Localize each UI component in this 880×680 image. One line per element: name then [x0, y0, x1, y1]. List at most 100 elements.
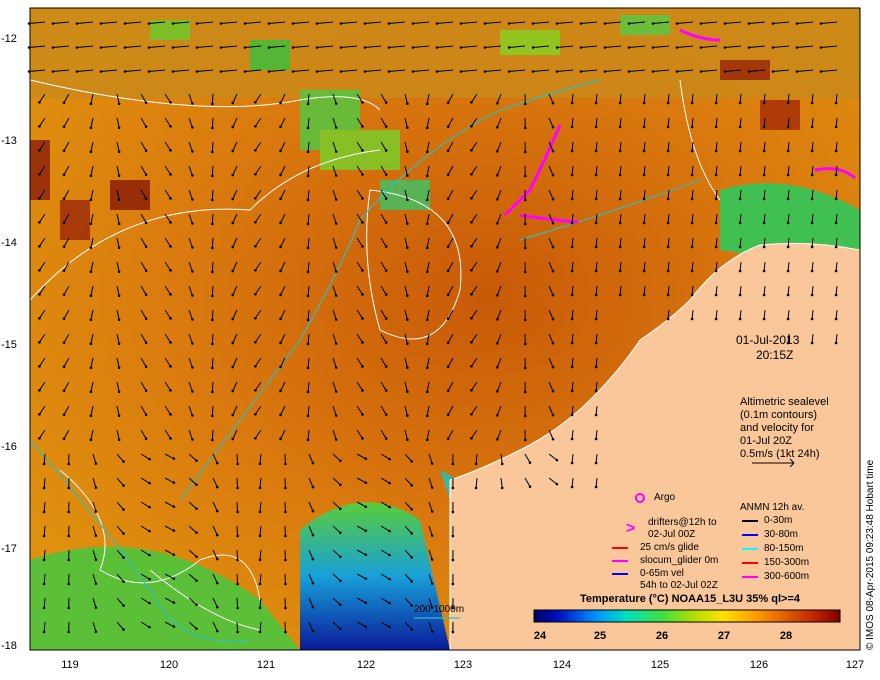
velocity-arrow-head: [62, 245, 66, 248]
velocity-arrow-head: [786, 101, 790, 105]
velocity-arrow-head: [425, 174, 429, 178]
velocity-arrow-head: [99, 46, 103, 49]
velocity-arrow-head: [786, 197, 790, 201]
velocity-arrow-head: [172, 457, 176, 460]
velocity-arrow-head: [819, 46, 823, 49]
velocity-arrow-head: [714, 245, 718, 249]
velocity-arrow-head: [384, 293, 388, 296]
velocity-arrow-head: [384, 125, 388, 128]
velocity-arrow-head: [172, 625, 176, 628]
velocity-arrow-head: [62, 173, 66, 176]
velocity-arrow-head: [579, 46, 583, 49]
altimetry-line: and velocity for: [740, 422, 814, 434]
velocity-arrow-head: [231, 221, 235, 225]
velocity-arrow-head: [89, 294, 93, 298]
velocity-arrow-head: [446, 437, 450, 441]
velocity-arrow-head: [435, 46, 439, 49]
velocity-arrow-head: [762, 125, 766, 129]
velocity-arrow-head: [191, 390, 194, 393]
velocity-arrow-head: [99, 22, 103, 25]
velocity-arrow-head: [258, 534, 262, 538]
velocity-arrow-head: [144, 437, 148, 440]
velocity-arrow-head: [430, 630, 434, 633]
velocity-arrow-head: [690, 197, 694, 201]
velocity-arrow-head: [555, 482, 559, 486]
velocity-arrow-head: [618, 101, 622, 105]
velocity-arrow-head: [747, 46, 751, 49]
velocity-arrow-head: [470, 365, 473, 368]
velocity-arrow-head: [738, 101, 742, 105]
velocity-arrow-head: [451, 486, 455, 490]
velocity-arrow-head: [231, 293, 235, 297]
velocity-arrow-head: [714, 197, 718, 201]
velocity-arrow-head: [384, 269, 388, 272]
velocity-arrow-head: [195, 555, 198, 558]
velocity-arrow-head: [531, 22, 535, 25]
velocity-arrow-head: [523, 198, 527, 202]
velocity-arrow-head: [236, 534, 239, 538]
velocity-arrow: [211, 189, 214, 201]
velocity-arrow-head: [147, 46, 151, 49]
velocity-arrow-head: [570, 173, 574, 177]
velocity-arrow-head: [195, 22, 199, 25]
velocity-arrow-head: [425, 438, 429, 442]
velocity-arrow-head: [786, 269, 790, 273]
velocity-arrow-head: [551, 317, 555, 321]
velocity-arrow-head: [147, 22, 151, 25]
velocity-arrow-head: [75, 46, 79, 49]
velocity-arrow-head: [594, 173, 598, 177]
velocity-arrow-head: [117, 270, 121, 274]
velocity-arrow: [236, 621, 239, 633]
velocity-arrow-head: [470, 197, 473, 200]
velocity-arrow-head: [117, 102, 121, 106]
velocity-arrow-head: [62, 317, 66, 320]
velocity-arrow-head: [714, 221, 718, 225]
velocity-arrow-head: [762, 101, 766, 105]
velocity-arrow-head: [215, 605, 219, 609]
velocity-arrow-head: [215, 533, 219, 537]
velocity-arrow-head: [570, 317, 574, 321]
velocity-arrow-head: [430, 462, 434, 465]
velocity-arrow-head: [51, 46, 55, 49]
velocity-arrow-head: [675, 70, 679, 73]
velocity-arrow-head: [144, 413, 148, 416]
velocity-arrow-head: [364, 601, 368, 605]
velocity-arrow-head: [834, 197, 838, 201]
velocity-arrow-head: [446, 149, 450, 153]
velocity-arrow-head: [62, 341, 66, 344]
velocity-arrow-head: [89, 102, 93, 106]
velocity-arrow-head: [690, 245, 694, 249]
velocity-arrow-head: [446, 317, 450, 321]
velocity-arrow-head: [67, 534, 71, 538]
velocity-arrow-head: [594, 437, 598, 441]
velocity-arrow-head: [690, 149, 694, 153]
velocity-arrow-head: [406, 198, 409, 202]
velocity-arrow-head: [334, 342, 338, 345]
velocity-arrow-head: [470, 221, 473, 224]
velocity-arrow-head: [666, 101, 670, 105]
velocity-arrow-head: [388, 505, 391, 509]
velocity-arrow-head: [215, 629, 219, 633]
velocity-arrow-head: [38, 149, 41, 152]
velocity-arrow-head: [579, 22, 583, 25]
velocity-arrow-head: [254, 388, 257, 392]
velocity-arrow-head: [364, 553, 368, 557]
velocity-arrow-head: [339, 507, 342, 511]
velocity-arrow-head: [361, 125, 364, 128]
velocity-arrow-head: [361, 413, 364, 416]
velocity-arrow-head: [306, 174, 310, 178]
velocity-arrow-head: [594, 221, 598, 225]
velocity-arrow-head: [384, 221, 388, 224]
velocity-arrow-head: [594, 245, 598, 249]
velocity-arrow-head: [117, 294, 121, 298]
velocity-arrow-head: [446, 221, 450, 225]
velocity-arrow-head: [339, 22, 343, 25]
velocity-arrow-head: [195, 531, 198, 534]
velocity-arrow-head: [148, 601, 151, 605]
velocity-arrow-head: [570, 221, 574, 225]
velocity-arrow-head: [89, 390, 93, 394]
velocity-arrow-head: [406, 342, 409, 346]
velocity-arrow-head: [231, 389, 235, 393]
velocity-arrow-head: [786, 245, 790, 249]
velocity-arrow-head: [603, 70, 607, 73]
